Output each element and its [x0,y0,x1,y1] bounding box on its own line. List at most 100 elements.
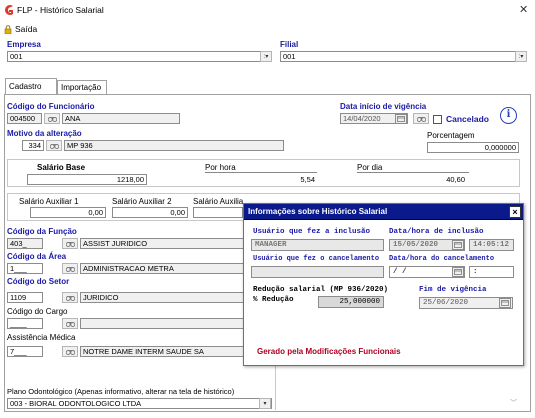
area-search-button[interactable] [62,263,78,274]
filial-label: Filial [280,40,299,49]
window-title: FLP - Histórico Salarial [17,5,104,15]
vigencia-label: Data início de vigência [340,102,427,111]
empresa-dropdown-arrow[interactable]: :▾ [260,51,272,62]
menu-saida-label: Saída [15,24,38,34]
medica-desc: NOTRE DAME INTERM SAUDE SA [80,346,245,357]
title-bar: FLP - Histórico Salarial ✕ [0,0,535,20]
cancelado-checkbox[interactable] [433,115,442,124]
por-hora-label: Por hora [205,163,236,172]
medica-code[interactable]: 7___ [7,346,43,357]
funcionario-search-button[interactable] [44,113,60,124]
area-code[interactable]: 1___ [7,263,43,274]
calendar-icon [397,116,405,122]
cargo-search-button[interactable] [62,318,78,329]
funcao-code[interactable]: 403_ [7,238,43,249]
salario-base-label: Salário Base [37,163,86,172]
setor-search-button[interactable] [62,292,78,303]
motivo-label: Motivo da alteração [7,129,82,138]
app-logo-icon [4,4,14,16]
medica-search-button[interactable] [62,346,78,357]
aux3-value[interactable] [193,207,243,218]
calendar-icon [454,242,462,248]
odonto-label: Plano Odontológico (Apenas informativo, … [7,387,235,396]
binoculars-icon [49,144,59,149]
odonto-select[interactable]: 003 - BIORAL ODONTOLOGICO LTDA [7,398,272,409]
aux2-label: Salário Auxiliar 2 [112,197,172,206]
por-hora-value: 5,54 [300,175,315,184]
funcao-label: Código da Função [7,227,77,236]
info-icon[interactable]: i [500,107,517,124]
cargo-desc [80,318,245,329]
usuario-inclusao-label: Usuário que fez a inclusão [253,228,371,236]
reducao-title: Redução salarial (MP 936/2020) [253,286,389,294]
tab-cadastro[interactable]: Cadastro [5,78,57,94]
fim-vigencia-calendar-button[interactable] [499,298,511,308]
filial-dropdown-arrow[interactable]: :▾ [515,51,527,62]
reducao-label: % Redução [253,296,294,304]
filial-select[interactable]: 001 [280,51,527,62]
funcionario-code[interactable]: 004500 [7,113,42,124]
funcionario-name: ANA [62,113,180,124]
aux3-label: Salário Auxiliar 3 [193,197,243,206]
data-cancel-calendar-button[interactable] [452,267,464,277]
porcentagem-value[interactable]: 0,000000 [427,142,519,153]
data-cancel-label: Data/hora do cancelamento [389,255,495,263]
dialog-close-icon[interactable]: × [509,206,521,218]
close-icon[interactable]: ✕ [519,3,528,16]
funcionario-label: Código do Funcionário [7,102,95,111]
binoculars-icon [416,117,426,122]
binoculars-icon [47,117,57,122]
funcao-search-button[interactable] [62,238,78,249]
tab-cadastro-label: Cadastro [9,82,42,91]
calendar-icon [501,300,509,306]
setor-code[interactable]: 1109 [7,292,43,303]
hora-cancel-field: : [469,266,514,278]
lock-icon [4,24,12,34]
fim-vigencia-label: Fim de vigência [419,286,487,294]
scroll-down-arrow[interactable]: ﹀ [510,398,517,408]
aux2-value[interactable]: 0,00 [112,207,188,218]
cargo-code[interactable]: ____ [7,318,43,329]
setor-desc: JURIDICO [80,292,245,303]
porcentagem-label: Porcentagem [427,131,475,140]
aux1-label: Salário Auxiliar 1 [19,197,79,206]
vigencia-calendar-button[interactable] [395,114,407,124]
empresa-select[interactable]: 001 [7,51,272,62]
cancelado-label: Cancelado [446,114,489,124]
aux1-value[interactable]: 0,00 [30,207,106,218]
usuario-inclusao-field: MANAGER [251,239,384,251]
funcao-desc: ASSIST JURIDICO [80,238,245,249]
dialog-footer-text: Gerado pela Modificações Funcionais [257,347,401,356]
data-inclusao-calendar-button[interactable] [452,240,464,250]
info-dialog: Informações sobre Histórico Salarial × U… [243,203,524,366]
por-dia-value: 40,60 [446,175,465,184]
cargo-label: Código do Cargo [7,307,68,316]
dialog-title: Informações sobre Histórico Salarial [248,207,388,216]
por-dia-underline [357,172,469,173]
binoculars-icon [65,296,75,301]
tab-importacao-label: Importação [61,83,102,92]
usuario-cancel-field [251,266,384,278]
binoculars-icon [65,322,75,327]
setor-label: Código do Setor [7,277,70,286]
por-hora-underline [205,172,317,173]
area-label: Código da Área [7,252,67,261]
binoculars-icon [65,350,75,355]
medica-label: Assistência Médica [7,333,76,342]
area-desc: ADMINISTRACAO METRA [80,263,245,274]
salario-base-value[interactable]: 1218,00 [27,174,147,185]
calendar-icon [454,269,462,275]
tab-importacao[interactable]: Importação [57,80,107,94]
binoculars-icon [65,267,75,272]
hora-inclusao-field: 14:05:12 [469,239,514,251]
empresa-label: Empresa [7,40,41,49]
usuario-cancel-label: Usuário que fez o cancelamento [253,255,380,263]
motivo-desc: MP 936 [64,140,284,151]
menu-saida[interactable]: Saída [4,23,37,35]
motivo-code[interactable]: 334 [22,140,44,151]
vigencia-search-button[interactable] [413,113,429,124]
reducao-field[interactable]: 25,000000 [318,296,384,308]
motivo-search-button[interactable] [46,140,62,151]
data-inclusao-label: Data/hora de inclusão [389,228,484,236]
odonto-dropdown-arrow[interactable]: ▾ [259,398,271,409]
